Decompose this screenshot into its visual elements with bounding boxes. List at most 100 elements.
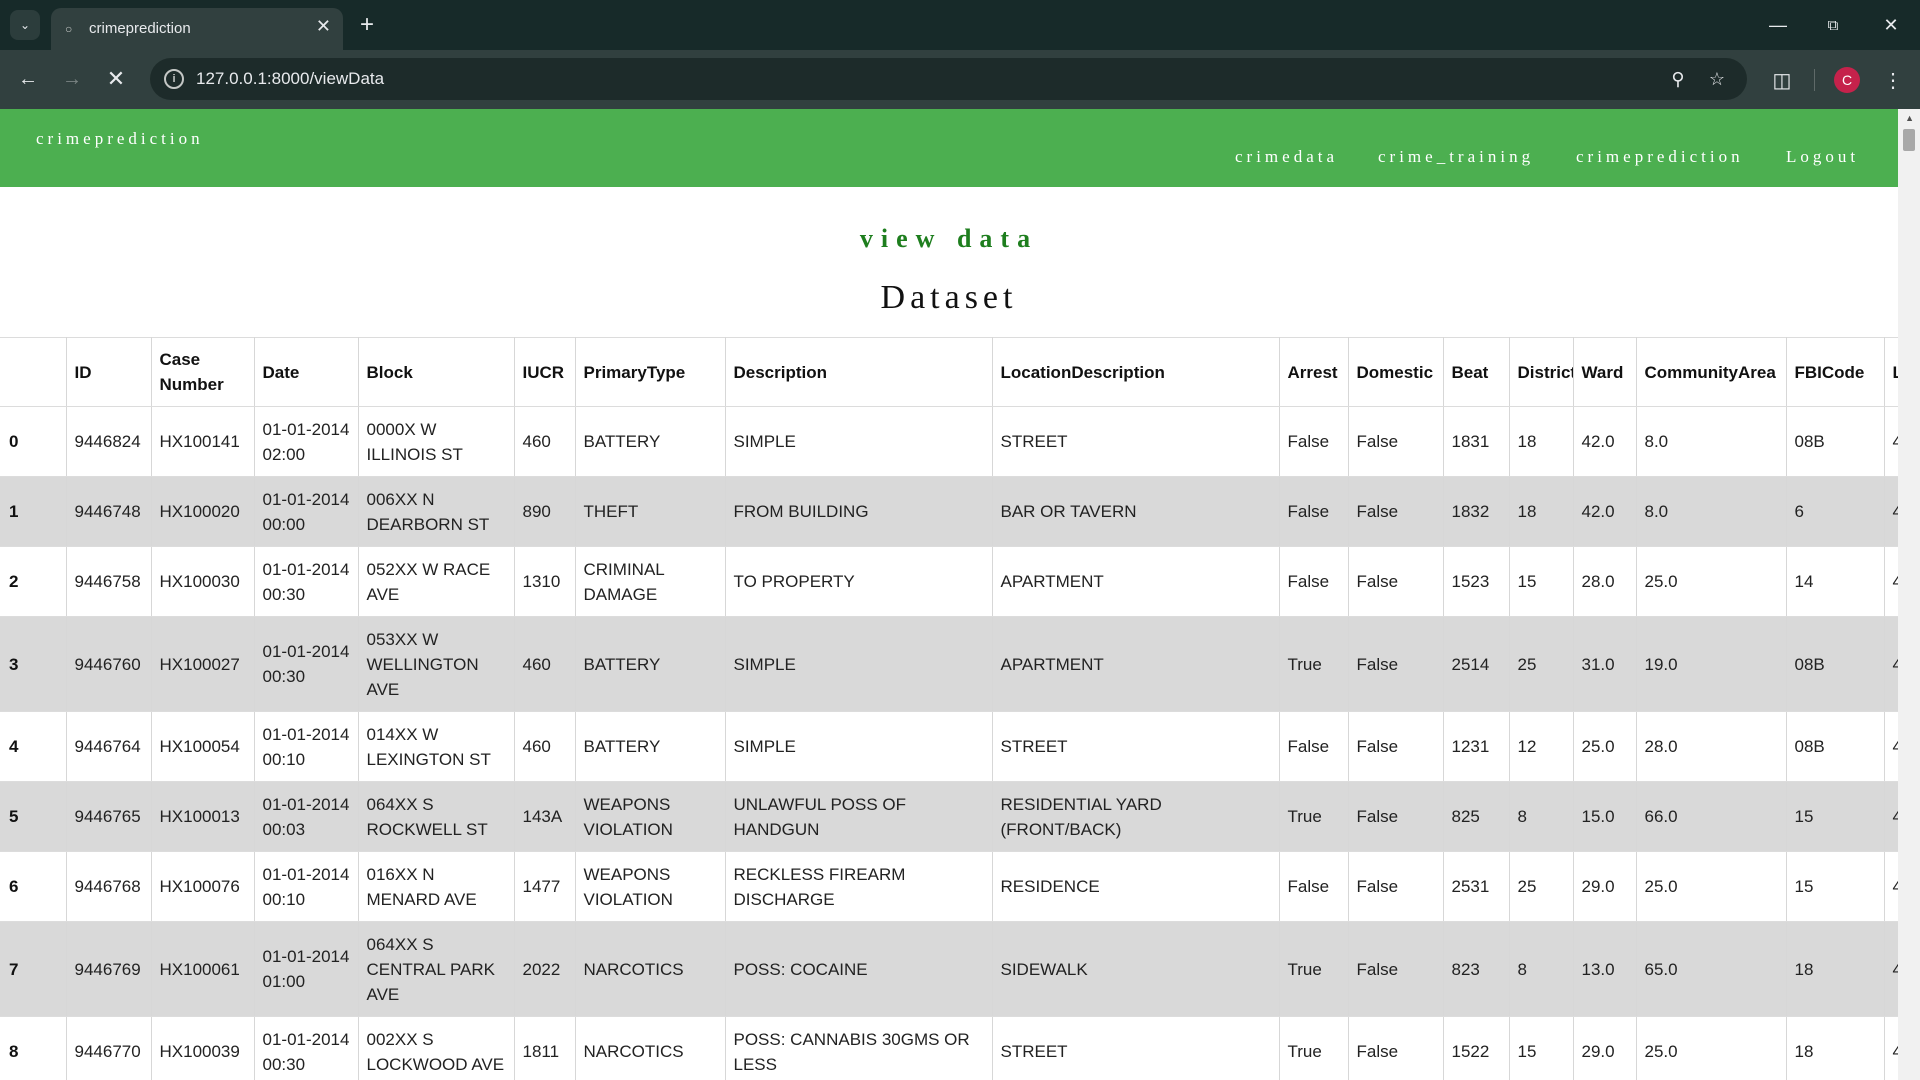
column-header: Case Number: [151, 337, 255, 407]
row-index-cell: 8: [0, 1016, 67, 1080]
table-cell: 65.0: [1636, 921, 1787, 1017]
new-tab-plus-icon[interactable]: +: [352, 10, 382, 40]
table-row: 0 9446824 HX100141 01-01-2014 02:00 0000X W …: [0, 406, 1898, 477]
table-cell: 460: [514, 616, 576, 712]
scroll-up-arrow-icon[interactable]: ▲: [1905, 113, 1914, 123]
table-cell: 9446765: [66, 781, 152, 852]
table-cell: False: [1279, 851, 1349, 922]
table-cell: NARCOTICS: [575, 921, 726, 1017]
table-cell: NARCOTICS: [575, 1016, 726, 1080]
close-tab-icon[interactable]: ✕: [316, 16, 331, 37]
tab-title: crimeprediction: [89, 20, 191, 37]
url-text[interactable]: 127.0.0.1:8000/viewData: [196, 69, 384, 89]
column-header: Description: [725, 337, 993, 407]
table-cell: 14: [1786, 546, 1885, 617]
table-cell: 41: [1884, 546, 1898, 617]
table-cell: 1231: [1443, 711, 1510, 782]
more-menu-icon[interactable]: ⋮: [1878, 65, 1908, 95]
table-cell: 08B: [1786, 711, 1885, 782]
nav-link-logout[interactable]: Logout: [1786, 147, 1859, 167]
table-cell: 01-01-2014 00:30: [254, 1016, 359, 1080]
table-cell: 18: [1509, 406, 1574, 477]
table-cell: 18: [1509, 476, 1574, 547]
stop-loading-icon[interactable]: ✕: [100, 63, 132, 95]
table-cell: 41: [1884, 851, 1898, 922]
table-row: 6 9446768 HX100076 01-01-2014 00:10 016XX N …: [0, 851, 1898, 922]
table-cell: 41: [1884, 476, 1898, 547]
table-row: 1 9446748 HX100020 01-01-2014 00:00 006XX N …: [0, 476, 1898, 547]
column-header: Ward: [1573, 337, 1637, 407]
profile-avatar[interactable]: C: [1834, 67, 1860, 93]
column-header: Beat: [1443, 337, 1510, 407]
table-cell: HX100027: [151, 616, 255, 712]
table-cell: 2022: [514, 921, 576, 1017]
table-cell: 9446760: [66, 616, 152, 712]
table-cell: False: [1279, 711, 1349, 782]
table-cell: FROM BUILDING: [725, 476, 993, 547]
column-header: [0, 337, 67, 407]
table-cell: 2531: [1443, 851, 1510, 922]
address-bar[interactable]: i 127.0.0.1:8000/viewData ⚲ ☆: [150, 58, 1747, 100]
table-cell: WEAPONS VIOLATION: [575, 781, 726, 852]
extensions-puzzle-icon[interactable]: ◫: [1767, 65, 1797, 95]
table-cell: 1811: [514, 1016, 576, 1080]
table-cell: 8.0: [1636, 406, 1787, 477]
minimize-window-icon[interactable]: —: [1763, 10, 1793, 40]
table-cell: BATTERY: [575, 406, 726, 477]
nav-link-crimeprediction[interactable]: crimeprediction: [1576, 147, 1744, 167]
table-cell: 014XX W LEXINGTON ST: [358, 711, 515, 782]
restore-window-icon[interactable]: ⧉: [1818, 10, 1848, 40]
table-cell: 823: [1443, 921, 1510, 1017]
table-cell: 1523: [1443, 546, 1510, 617]
browser-tab[interactable]: ○ crimeprediction ✕: [51, 8, 343, 50]
table-cell: STREET: [992, 711, 1280, 782]
table-cell: WEAPONS VIOLATION: [575, 851, 726, 922]
table-cell: STREET: [992, 1016, 1280, 1080]
close-window-icon[interactable]: ✕: [1876, 10, 1906, 40]
site-info-icon[interactable]: i: [164, 69, 184, 89]
table-cell: 41: [1884, 616, 1898, 712]
scrollbar-thumb[interactable]: [1903, 129, 1915, 151]
table-cell: False: [1348, 1016, 1444, 1080]
table-cell: 19.0: [1636, 616, 1787, 712]
table-cell: 9446769: [66, 921, 152, 1017]
table-cell: 25: [1509, 851, 1574, 922]
table-cell: 01-01-2014 00:10: [254, 711, 359, 782]
table-cell: 1832: [1443, 476, 1510, 547]
table-cell: 29.0: [1573, 851, 1637, 922]
bookmark-star-icon[interactable]: ☆: [1705, 67, 1729, 91]
table-cell: 9446764: [66, 711, 152, 782]
table-cell: 9446748: [66, 476, 152, 547]
table-cell: POSS: CANNABIS 30GMS OR LESS: [725, 1016, 993, 1080]
table-row: 7 9446769 HX100061 01-01-2014 01:00 064XX S …: [0, 921, 1898, 1017]
page-subtitle: view data: [859, 224, 1039, 253]
table-cell: HX100020: [151, 476, 255, 547]
table-cell: 1831: [1443, 406, 1510, 477]
site-brand[interactable]: crimeprediction: [36, 129, 204, 149]
table-cell: False: [1348, 546, 1444, 617]
table-cell: RESIDENCE: [992, 851, 1280, 922]
nav-link-crime-training[interactable]: crime_training: [1378, 147, 1534, 167]
table-cell: 25.0: [1573, 711, 1637, 782]
table-row: 2 9446758 HX100030 01-01-2014 00:30 052XX W …: [0, 546, 1898, 617]
table-cell: STREET: [992, 406, 1280, 477]
table-cell: 460: [514, 406, 576, 477]
page-scrollbar[interactable]: ▲: [1898, 109, 1920, 1080]
table-cell: HX100061: [151, 921, 255, 1017]
table-cell: False: [1348, 781, 1444, 852]
table-cell: APARTMENT: [992, 546, 1280, 617]
table-cell: 66.0: [1636, 781, 1787, 852]
table-cell: 8: [1509, 921, 1574, 1017]
table-cell: False: [1279, 546, 1349, 617]
table-cell: 9446758: [66, 546, 152, 617]
table-cell: 460: [514, 711, 576, 782]
table-cell: 15: [1786, 781, 1885, 852]
forward-arrow-icon[interactable]: →: [56, 63, 88, 95]
dataset-table: ID Case Number Date Block IUCR PrimaryType Des…: [0, 337, 1898, 1080]
nav-link-crimedata[interactable]: crimedata: [1235, 147, 1338, 167]
table-cell: True: [1279, 1016, 1349, 1080]
zoom-magnifier-icon[interactable]: ⚲: [1666, 67, 1690, 91]
back-arrow-icon[interactable]: ←: [12, 63, 44, 95]
table-cell: SIMPLE: [725, 711, 993, 782]
tab-search-chevron-icon[interactable]: ⌄: [10, 10, 40, 40]
